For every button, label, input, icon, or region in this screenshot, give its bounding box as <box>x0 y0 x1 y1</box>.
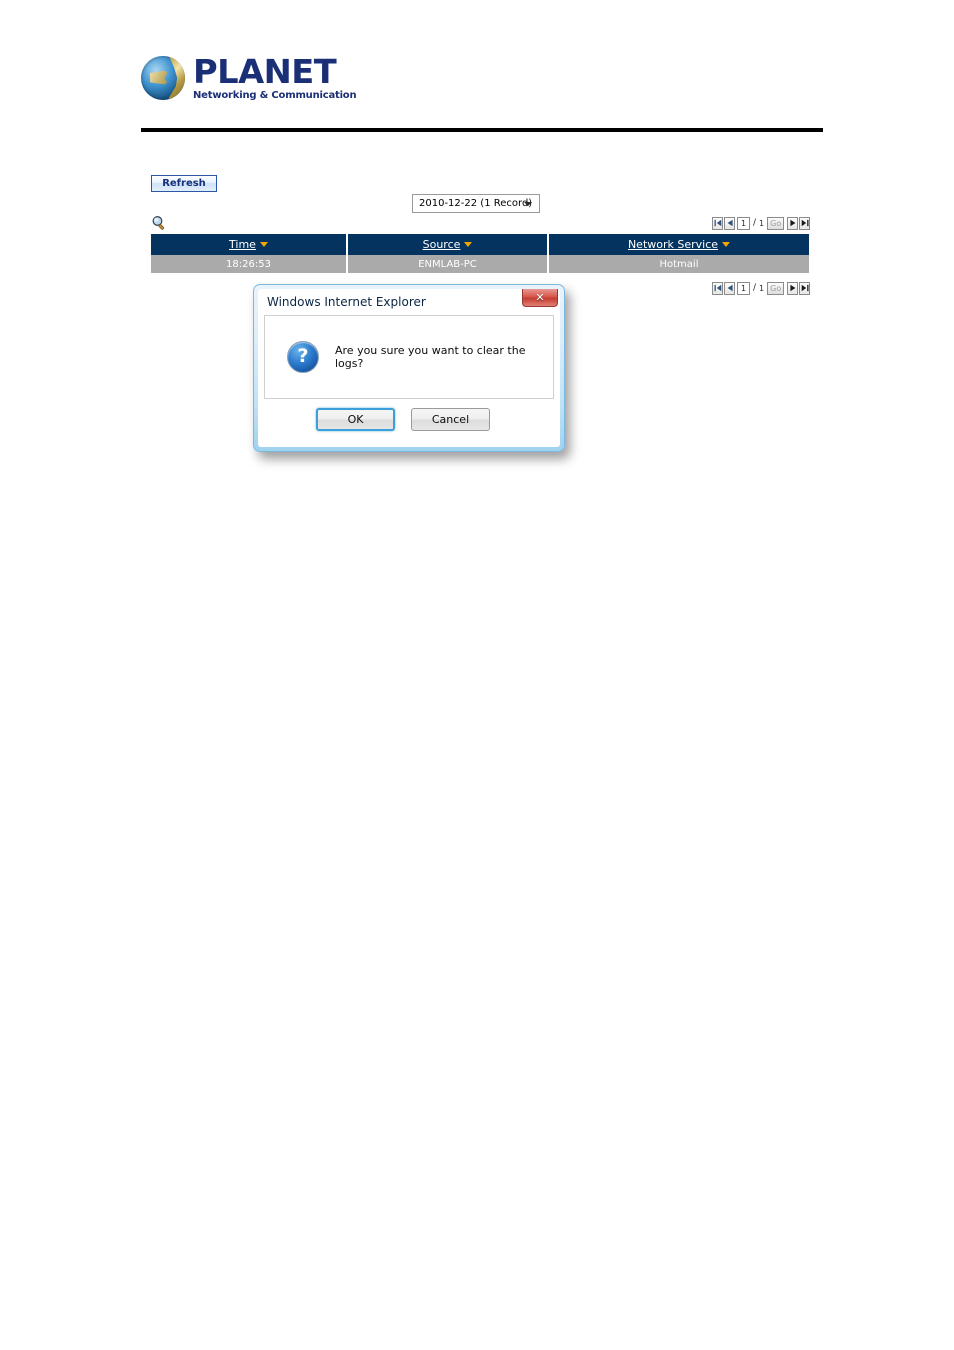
pagination-separator: / <box>753 283 757 293</box>
pagination-separator: / <box>753 218 757 228</box>
cell-time: 18:26:53 <box>151 255 348 273</box>
page-number-input[interactable]: 1 <box>737 281 750 295</box>
go-button[interactable]: Go <box>767 216 785 230</box>
first-page-icon[interactable] <box>712 216 723 230</box>
log-table-head: Time Source Network Service <box>151 234 809 255</box>
pagination-total-pages: 1 <box>759 218 765 228</box>
table-row[interactable]: 18:26:53 ENMLAB-PC Hotmail <box>151 255 809 273</box>
previous-page-icon[interactable] <box>724 216 735 230</box>
column-header-source[interactable]: Source <box>347 234 549 255</box>
refresh-button[interactable]: Refresh <box>151 175 217 192</box>
log-table: Time Source Network Service 18:26:53 ENM… <box>151 234 809 273</box>
dialog-button-bar: OK Cancel <box>264 399 554 439</box>
sort-descending-icon[interactable] <box>464 242 473 247</box>
date-filter-select[interactable]: 2010-12-22 (1 Record) <box>412 194 540 213</box>
pagination-top: 1 / 1 Go <box>712 216 811 230</box>
chevron-down-icon <box>524 202 532 206</box>
table-header-row: Time Source Network Service <box>151 234 809 255</box>
pagination-bottom: 1 / 1 Go <box>712 281 811 295</box>
column-header-time-label[interactable]: Time <box>229 238 256 251</box>
close-glyph: ✕ <box>535 291 545 304</box>
last-page-icon[interactable] <box>799 281 811 295</box>
page-header: PLANET Networking & Communication <box>141 48 823 132</box>
header-divider <box>141 128 823 132</box>
log-table-body: 18:26:53 ENMLAB-PC Hotmail <box>151 255 809 273</box>
go-button[interactable]: Go <box>767 281 785 295</box>
date-filter-value: 2010-12-22 (1 Record) <box>419 198 533 209</box>
pagination-total-pages: 1 <box>759 283 765 293</box>
page-number-input[interactable]: 1 <box>737 216 750 230</box>
dialog-message: Are you sure you want to clear the logs? <box>335 344 526 370</box>
cell-network-service: Hotmail <box>548 255 809 273</box>
last-page-icon[interactable] <box>799 216 811 230</box>
logo-brand-name: PLANET <box>193 52 337 91</box>
sort-descending-icon[interactable] <box>722 242 731 247</box>
sort-descending-icon[interactable] <box>259 242 268 247</box>
search-icon[interactable] <box>151 215 167 231</box>
question-glyph: ? <box>297 345 309 367</box>
logo-text: PLANET Networking & Communication <box>193 55 357 101</box>
confirm-dialog: Windows Internet Explorer ✕ ? Are you su… <box>253 284 565 452</box>
dialog-body: ? Are you sure you want to clear the log… <box>264 315 554 399</box>
column-header-network-service[interactable]: Network Service <box>548 234 809 255</box>
ok-button[interactable]: OK <box>316 407 395 431</box>
dialog-title: Windows Internet Explorer <box>267 295 426 309</box>
dialog-titlebar: Windows Internet Explorer ✕ <box>258 289 560 315</box>
first-page-icon[interactable] <box>712 281 723 295</box>
column-header-network-service-label[interactable]: Network Service <box>628 238 718 251</box>
column-header-time[interactable]: Time <box>151 234 348 255</box>
next-page-icon[interactable] <box>787 281 799 295</box>
previous-page-icon[interactable] <box>724 281 735 295</box>
planet-logo: PLANET Networking & Communication <box>141 48 823 108</box>
close-icon[interactable]: ✕ <box>522 289 558 307</box>
cell-source: ENMLAB-PC <box>347 255 549 273</box>
dialog-inner: Windows Internet Explorer ✕ ? Are you su… <box>258 289 560 447</box>
column-header-source-label[interactable]: Source <box>423 238 461 251</box>
logo-tagline: Networking & Communication <box>193 90 357 101</box>
cancel-button[interactable]: Cancel <box>411 407 490 431</box>
globe-icon <box>141 56 185 100</box>
question-mark-icon: ? <box>287 341 319 373</box>
next-page-icon[interactable] <box>787 216 799 230</box>
